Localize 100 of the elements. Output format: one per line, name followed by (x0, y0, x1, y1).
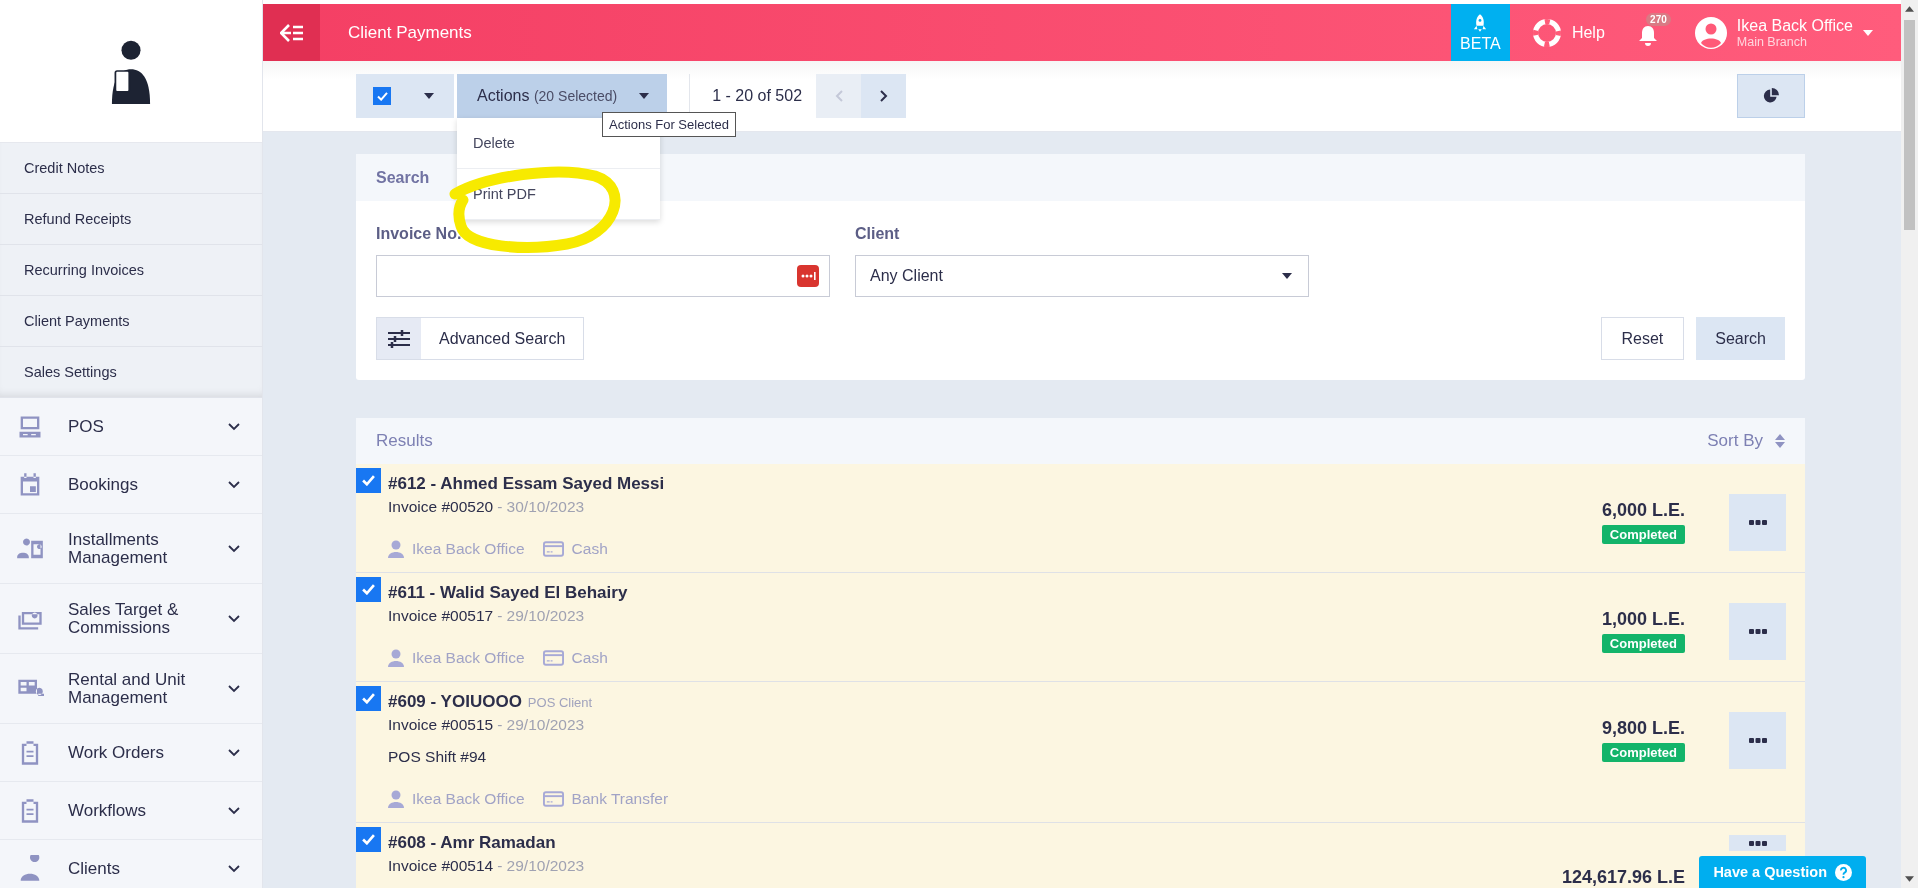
payment-title: #608 - Amr Ramadan (388, 833, 556, 853)
more-options-button[interactable] (1729, 835, 1786, 851)
sidebar-item[interactable]: Installments Management (0, 514, 262, 584)
sidebar-subitem[interactable]: Credit Notes (0, 143, 262, 194)
row-checkbox[interactable] (356, 827, 381, 852)
staff-name: Ikea Back Office (412, 649, 525, 667)
scrollbar[interactable] (1901, 0, 1918, 888)
payment-method: Cash (571, 649, 608, 667)
user-icon (388, 649, 404, 667)
tooltip: Actions For Selected (602, 112, 736, 137)
password-manager-icon (797, 265, 819, 287)
panel-title: Search (376, 168, 430, 187)
user-avatar-icon (1694, 16, 1727, 49)
panel-title: Results (376, 431, 433, 451)
payment-method: Cash (571, 540, 608, 558)
user-icon (388, 540, 404, 558)
page-title: Client Payments (348, 22, 472, 43)
payment-method: Bank Transfer (571, 790, 669, 808)
invoice-date: - 30/10/2023 (497, 498, 585, 515)
bell-icon (1637, 24, 1658, 47)
payment-row[interactable]: #611 - Walid Sayed El Behairy Invoice #00517 - 29/10/2023 Ikea Back Office Cash 1,000 L.E. Completed (356, 573, 1805, 682)
arrow-left-menu-icon (279, 23, 304, 42)
sidebar-item[interactable]: POS (0, 398, 262, 456)
sidebar-item[interactable]: Bookings (0, 456, 262, 514)
invoice-number: Invoice #00515 (388, 716, 494, 733)
credit-card-icon (542, 791, 564, 807)
payment-title: #609 - YOIUOOO (388, 692, 522, 712)
ellipsis-icon (1748, 840, 1767, 846)
payment-amount: 1,000 L.E. (1601, 609, 1685, 630)
sidebar-subitem[interactable]: Refund Receipts (0, 194, 262, 245)
row-checkbox[interactable] (356, 577, 381, 602)
sidebar-subitem[interactable]: Sales Settings (0, 347, 262, 398)
lifebuoy-icon (1531, 17, 1562, 48)
chevron-right-icon (879, 90, 888, 102)
notification-count: 270 (1646, 12, 1671, 26)
field-label: Client (855, 225, 901, 243)
collapse-sidebar-button[interactable] (263, 4, 320, 61)
sidebar-subitem[interactable]: Client Payments (0, 296, 262, 347)
staff-name: Ikea Back Office (412, 540, 525, 558)
client-dropdown[interactable]: Any Client (855, 255, 1309, 297)
credit-card-icon (542, 650, 564, 666)
question-icon (1835, 863, 1852, 881)
reset-button[interactable]: Reset (1600, 317, 1685, 360)
search-button[interactable]: Search (1696, 317, 1785, 360)
check-icon (362, 584, 375, 595)
client-tag: POS Client (527, 695, 593, 710)
check-icon (376, 91, 388, 101)
ellipsis-icon (1748, 629, 1767, 634)
check-icon (362, 834, 375, 845)
credit-card-icon (542, 541, 564, 557)
sidebar-item[interactable]: Sales Target & Commissions (0, 584, 262, 654)
invoice-date: - 29/10/2023 (497, 857, 585, 874)
payment-amount: 124,617.96 L.E (1561, 867, 1685, 888)
sort-icon (1775, 434, 1785, 448)
invoice-number: Invoice #00514 (388, 857, 494, 874)
select-all-checkbox[interactable] (373, 87, 391, 105)
advanced-search-button[interactable]: Advanced Search (376, 317, 585, 360)
status-badge: Completed (1601, 634, 1685, 653)
invoice-number: Invoice #00517 (388, 607, 494, 624)
payment-title: #611 - Walid Sayed El Behairy (388, 583, 628, 603)
status-badge: Completed (1601, 743, 1685, 762)
sidebar-item[interactable]: Workflows (0, 782, 262, 840)
invoice-date: - 29/10/2023 (497, 607, 585, 624)
caret-icon (424, 93, 434, 99)
payment-amount: 9,800 L.E. (1601, 718, 1685, 739)
chevron-left-icon (834, 90, 843, 102)
actions-button[interactable]: Actions (20 Selected) (457, 74, 668, 118)
check-icon (362, 475, 375, 486)
invoice-date: - 29/10/2023 (497, 716, 585, 733)
row-checkbox[interactable] (356, 686, 381, 711)
chart-button[interactable] (1737, 74, 1805, 118)
sidebar-subitem[interactable]: Recurring Invoices (0, 245, 262, 296)
sort-by-button[interactable]: Sort By (1707, 431, 1785, 451)
sidebar-item[interactable]: Rental and Unit Management (0, 654, 262, 724)
row-checkbox[interactable] (356, 468, 381, 493)
scroll-up-arrow-icon[interactable] (1905, 6, 1914, 12)
user-icon (388, 790, 404, 808)
sidebar-item[interactable]: Clients (0, 840, 262, 888)
caret-icon (1863, 29, 1873, 36)
payment-title: #612 - Ahmed Essam Sayed Messi (388, 474, 665, 494)
staff-name: Ikea Back Office (412, 790, 525, 808)
sidebar-item[interactable]: Work Orders (0, 724, 262, 782)
payment-row[interactable]: #609 - YOIUOOO POS Client Invoice #00515 - 29/10/2023 POS Shift #94 Ikea Back Office Bank Transfer 9,800 L.E. Completed (356, 682, 1805, 823)
payment-amount: 6,000 L.E. (1601, 500, 1685, 521)
ellipsis-icon (1748, 738, 1767, 743)
more-options-button[interactable] (1729, 494, 1786, 551)
payment-row[interactable]: #612 - Ahmed Essam Sayed Messi Invoice #00520 - 30/10/2023 Ikea Back Office Cash 6,000 L.E. Completed (356, 464, 1805, 573)
pie-chart-icon (1763, 88, 1779, 104)
invoice-number: Invoice #00520 (388, 498, 494, 515)
caret-icon (1282, 273, 1292, 279)
more-options-button[interactable] (1729, 712, 1786, 769)
field-label: Invoice No. (376, 225, 463, 243)
scrollbar-thumb[interactable] (1904, 20, 1915, 230)
select-all-button[interactable] (356, 74, 454, 118)
status-badge: Completed (1601, 525, 1685, 544)
caret-icon (639, 93, 650, 99)
more-options-button[interactable] (1729, 603, 1786, 660)
invoice-number-field[interactable] (376, 255, 830, 297)
scroll-down-arrow-icon[interactable] (1905, 876, 1914, 882)
pagination-range: 1 - 20 of 502 (712, 87, 803, 105)
